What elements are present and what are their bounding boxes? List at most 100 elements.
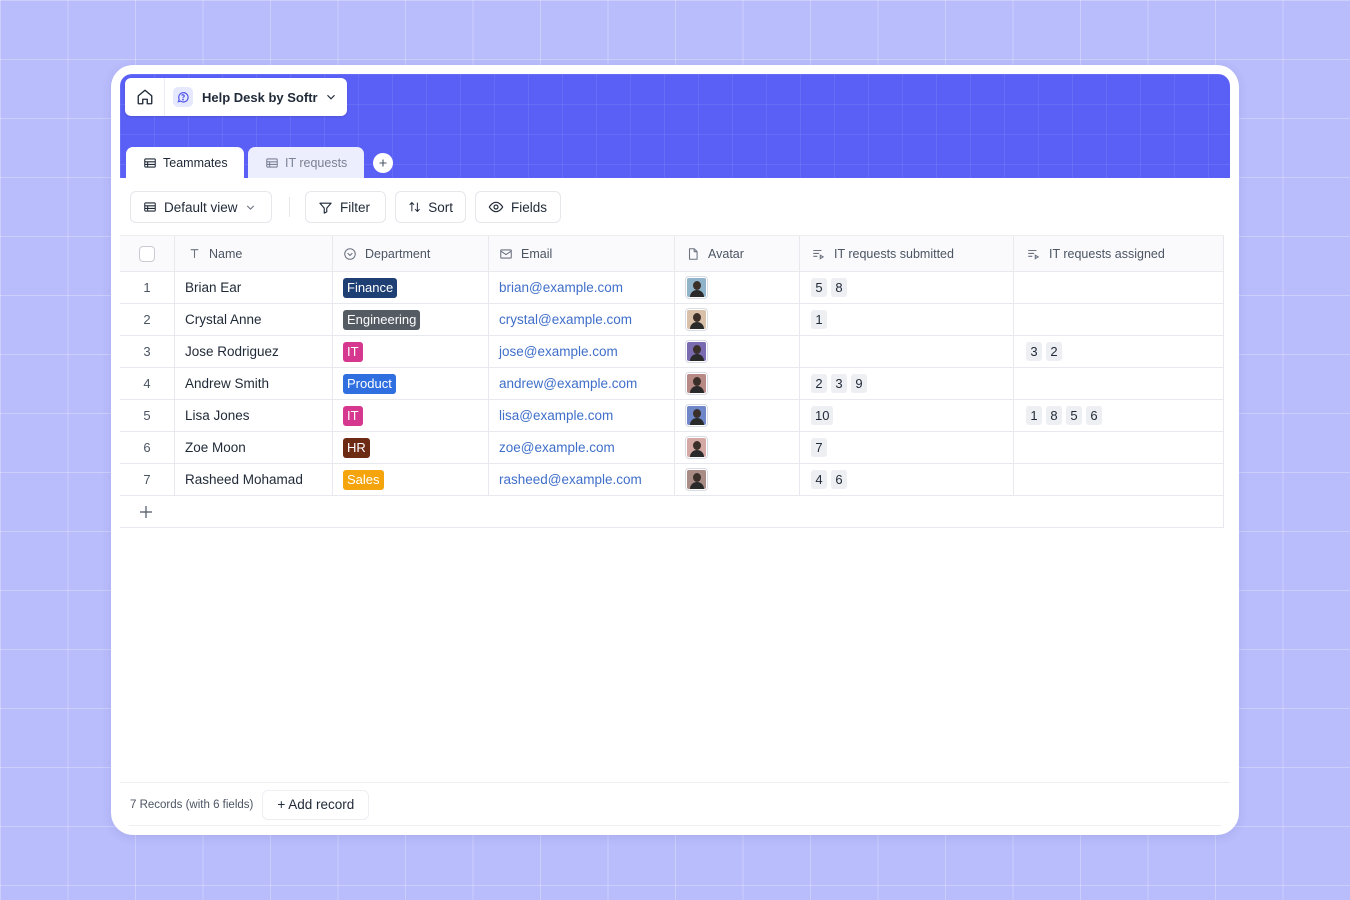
column-header-email[interactable]: Email [489, 236, 675, 271]
linked-record-chip[interactable]: 10 [811, 406, 834, 425]
requests-submitted-cell[interactable]: 239 [800, 368, 1014, 399]
linked-record-chip[interactable]: 7 [811, 438, 827, 457]
email-link[interactable]: lisa@example.com [499, 408, 613, 423]
name-cell[interactable]: Crystal Anne [175, 304, 333, 335]
row-number-cell[interactable]: 4 [120, 368, 175, 399]
requests-submitted-cell[interactable]: 7 [800, 432, 1014, 463]
name-cell[interactable]: Lisa Jones [175, 400, 333, 431]
add-row[interactable] [120, 496, 1224, 528]
avatar[interactable] [686, 373, 707, 394]
table-row[interactable]: 4 Andrew Smith Product andrew@example.com 2 3… [120, 368, 1224, 400]
avatar[interactable] [686, 405, 707, 426]
requests-submitted-cell[interactable]: 46 [800, 464, 1014, 495]
row-number-cell[interactable]: 7 [120, 464, 175, 495]
column-header-avatar[interactable]: Avatar [675, 236, 800, 271]
avatar-cell[interactable] [675, 400, 800, 431]
requests-submitted-cell[interactable] [800, 336, 1014, 367]
department-cell[interactable]: Product [333, 368, 489, 399]
linked-record-chip[interactable]: 6 [1086, 406, 1102, 425]
linked-record-chip[interactable]: 5 [811, 278, 827, 297]
name-cell[interactable]: Rasheed Mohamad [175, 464, 333, 495]
row-number-cell[interactable]: 2 [120, 304, 175, 335]
email-link[interactable]: zoe@example.com [499, 440, 615, 455]
requests-submitted-cell[interactable]: 10 [800, 400, 1014, 431]
linked-record-chip[interactable]: 6 [831, 470, 847, 489]
requests-assigned-cell[interactable] [1014, 432, 1224, 463]
add-tab-button[interactable] [373, 153, 393, 173]
email-cell[interactable]: zoe@example.com [489, 432, 675, 463]
row-number-cell[interactable]: 6 [120, 432, 175, 463]
avatar-cell[interactable] [675, 336, 800, 367]
home-button[interactable] [125, 78, 165, 116]
linked-record-chip[interactable]: 8 [831, 278, 847, 297]
select-all-checkbox[interactable] [139, 245, 155, 262]
avatar-cell[interactable] [675, 304, 800, 335]
requests-assigned-cell[interactable] [1014, 272, 1224, 303]
column-header-name[interactable]: Name [175, 236, 333, 271]
department-cell[interactable]: Engineering [333, 304, 489, 335]
name-cell[interactable]: Jose Rodriguez [175, 336, 333, 367]
department-cell[interactable]: Sales [333, 464, 489, 495]
avatar[interactable] [686, 277, 707, 298]
avatar[interactable] [686, 341, 707, 362]
avatar[interactable] [686, 469, 707, 490]
table-row[interactable]: 7 Rasheed Mohamad Sales rasheed@example.com… [120, 464, 1224, 496]
tab-it-requests[interactable]: IT requests [248, 147, 364, 178]
requests-assigned-cell[interactable] [1014, 368, 1224, 399]
linked-record-chip[interactable]: 1 [811, 310, 827, 329]
email-link[interactable]: rasheed@example.com [499, 472, 642, 487]
name-cell[interactable]: Andrew Smith [175, 368, 333, 399]
requests-submitted-cell[interactable]: 1 [800, 304, 1014, 335]
email-cell[interactable]: crystal@example.com [489, 304, 675, 335]
linked-record-chip[interactable]: 3 [831, 374, 847, 393]
department-cell[interactable]: IT [333, 400, 489, 431]
add-record-button[interactable]: + Add record [262, 789, 370, 820]
linked-record-chip[interactable]: 3 [1026, 342, 1042, 361]
email-link[interactable]: jose@example.com [499, 344, 618, 359]
department-cell[interactable]: Finance [333, 272, 489, 303]
email-link[interactable]: brian@example.com [499, 280, 623, 295]
name-cell[interactable]: Brian Ear [175, 272, 333, 303]
column-header-requests-submitted[interactable]: IT requests submitted [800, 236, 1014, 271]
avatar-cell[interactable] [675, 368, 800, 399]
linked-record-chip[interactable]: 4 [811, 470, 827, 489]
fields-button[interactable]: Fields [475, 191, 561, 223]
linked-record-chip[interactable]: 1 [1026, 406, 1042, 425]
email-cell[interactable]: rasheed@example.com [489, 464, 675, 495]
linked-record-chip[interactable]: 8 [1046, 406, 1062, 425]
row-number-cell[interactable]: 1 [120, 272, 175, 303]
avatar-cell[interactable] [675, 464, 800, 495]
avatar-cell[interactable] [675, 272, 800, 303]
department-cell[interactable]: IT [333, 336, 489, 367]
linked-record-chip[interactable]: 2 [811, 374, 827, 393]
table-row[interactable]: 2 Crystal Anne Engineering crystal@example.… [120, 304, 1224, 336]
column-header-department[interactable]: Department [333, 236, 489, 271]
department-cell[interactable]: HR [333, 432, 489, 463]
requests-assigned-cell[interactable]: 32 [1014, 336, 1224, 367]
table-row[interactable]: 1 Brian Ear Finance brian@example.com 5 8 [120, 272, 1224, 304]
table-row[interactable]: 3 Jose Rodriguez IT jose@example.com 3 2 [120, 336, 1224, 368]
filter-button[interactable]: Filter [305, 191, 386, 223]
linked-record-chip[interactable]: 5 [1066, 406, 1082, 425]
app-switcher[interactable]: Help Desk by Softr [125, 78, 347, 116]
column-header-requests-assigned[interactable]: IT requests assigned [1014, 236, 1224, 271]
email-cell[interactable]: lisa@example.com [489, 400, 675, 431]
table-row[interactable]: 5 Lisa Jones IT lisa@example.com 10 1 8 5 6 [120, 400, 1224, 432]
name-cell[interactable]: Zoe Moon [175, 432, 333, 463]
email-link[interactable]: crystal@example.com [499, 312, 632, 327]
email-link[interactable]: andrew@example.com [499, 376, 637, 391]
row-number-cell[interactable]: 3 [120, 336, 175, 367]
email-cell[interactable]: brian@example.com [489, 272, 675, 303]
requests-assigned-cell[interactable] [1014, 304, 1224, 335]
linked-record-chip[interactable]: 2 [1046, 342, 1062, 361]
requests-assigned-cell[interactable] [1014, 464, 1224, 495]
table-row[interactable]: 6 Zoe Moon HR zoe@example.com 7 [120, 432, 1224, 464]
sort-button[interactable]: Sort [395, 191, 466, 223]
linked-record-chip[interactable]: 9 [851, 374, 867, 393]
requests-submitted-cell[interactable]: 58 [800, 272, 1014, 303]
avatar[interactable] [686, 437, 707, 458]
avatar-cell[interactable] [675, 432, 800, 463]
email-cell[interactable]: jose@example.com [489, 336, 675, 367]
view-selector[interactable]: Default view [130, 191, 272, 223]
row-number-cell[interactable]: 5 [120, 400, 175, 431]
